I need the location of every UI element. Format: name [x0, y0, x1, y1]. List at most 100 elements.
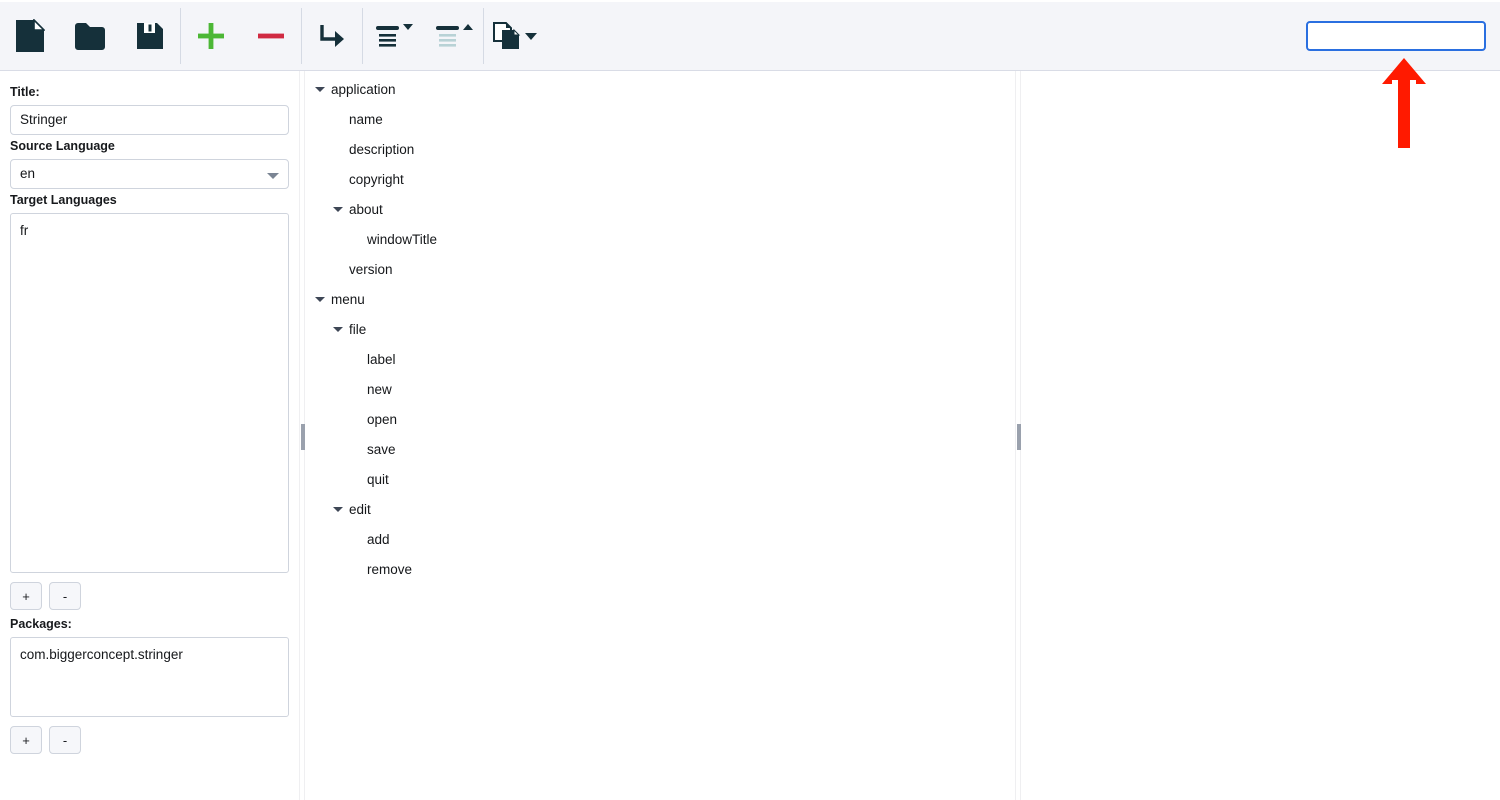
collapse-all-icon [434, 23, 461, 49]
tree-node[interactable]: copyright [306, 164, 1015, 194]
tree-node[interactable]: name [306, 104, 1015, 134]
search-input[interactable] [1306, 21, 1486, 51]
tree-node[interactable]: open [306, 404, 1015, 434]
duplicate-button[interactable] [484, 8, 544, 64]
packages-list[interactable]: com.biggerconcept.stringer [10, 637, 289, 717]
main-toolbar [0, 0, 1500, 71]
tree-node[interactable]: file [306, 314, 1015, 344]
splitter-grip[interactable] [1017, 424, 1021, 450]
tree-node-label: quit [367, 471, 389, 487]
splitter-grip[interactable] [301, 424, 305, 450]
list-item[interactable]: com.biggerconcept.stringer [20, 645, 279, 664]
tree-expand-toggle-open-icon[interactable] [312, 81, 328, 97]
tree-node-spacer [348, 531, 364, 547]
copy-documents-icon [492, 21, 522, 51]
tree-node-label: open [367, 411, 398, 427]
target-languages-label: Target Languages [10, 193, 117, 207]
title-label: Title: [10, 85, 40, 99]
tree-node-label: label [367, 351, 396, 367]
source-language-label: Source Language [10, 139, 115, 153]
tree-expand-toggle-open-icon[interactable] [330, 501, 346, 517]
new-file-button[interactable] [0, 8, 60, 64]
detail-panel [1022, 71, 1500, 800]
remove-package-button[interactable]: - [49, 726, 81, 754]
remove-button[interactable] [241, 8, 301, 64]
file-icon [15, 19, 45, 53]
chevron-down-icon [267, 173, 279, 179]
tree-node[interactable]: edit [306, 494, 1015, 524]
tree-node[interactable]: save [306, 434, 1015, 464]
tree-node-label: version [349, 261, 393, 277]
tree-node[interactable]: windowTitle [306, 224, 1015, 254]
tree-node-label: edit [349, 501, 371, 517]
tree-node-label: copyright [349, 171, 404, 187]
tree-expand-toggle-open-icon[interactable] [330, 321, 346, 337]
tree-expand-toggle-open-icon[interactable] [330, 201, 346, 217]
target-languages-list[interactable]: fr [10, 213, 289, 573]
tree-node[interactable]: about [306, 194, 1015, 224]
toolbar-group-tree [363, 2, 483, 70]
tree-node[interactable]: label [306, 344, 1015, 374]
add-target-language-button[interactable]: + [10, 582, 42, 610]
tree-node[interactable]: description [306, 134, 1015, 164]
tree-node-spacer [348, 561, 364, 577]
tree-node-spacer [330, 111, 346, 127]
target-languages-buttons: + - [10, 582, 289, 610]
tree-node-label: remove [367, 561, 413, 577]
chevron-down-icon [402, 24, 413, 30]
tree-node-spacer [348, 441, 364, 457]
tree-node-spacer [348, 411, 364, 427]
tree-node[interactable]: application [306, 74, 1015, 104]
title-input[interactable]: Stringer [10, 105, 289, 135]
folder-icon [74, 21, 106, 51]
tree-node-label: about [349, 201, 383, 217]
chevron-down-icon [524, 32, 537, 40]
tree-node[interactable]: add [306, 524, 1015, 554]
tree-node-spacer [330, 171, 346, 187]
toolbar-group-move [302, 2, 362, 70]
tree-node-label: file [349, 321, 367, 337]
packages-label: Packages: [10, 617, 72, 631]
splitter-right[interactable] [1015, 71, 1021, 800]
toolbar-group-edit [181, 2, 301, 70]
tree-node[interactable]: quit [306, 464, 1015, 494]
tree-expand-toggle-open-icon[interactable] [312, 291, 328, 307]
minus-icon [256, 21, 286, 51]
tree-node-spacer [330, 261, 346, 277]
collapse-all-button[interactable] [423, 8, 483, 64]
plus-icon [196, 21, 226, 51]
open-folder-button[interactable] [60, 8, 120, 64]
packages-buttons: + - [10, 726, 289, 754]
tree-node-spacer [348, 231, 364, 247]
splitter-left[interactable] [299, 71, 305, 800]
source-language-value: en [20, 166, 36, 181]
tree-node-label: application [331, 81, 396, 97]
tree-node-label: menu [331, 291, 365, 307]
expand-all-button[interactable] [363, 8, 423, 64]
tree-node-spacer [348, 351, 364, 367]
project-properties-panel: Title: Stringer Source Language en Targe… [0, 71, 299, 800]
tree-node[interactable]: remove [306, 554, 1015, 584]
string-keys-tree[interactable]: application name description copyright about… [306, 71, 1015, 800]
add-button[interactable] [181, 8, 241, 64]
tree-node-spacer [348, 381, 364, 397]
list-item[interactable]: fr [20, 221, 279, 240]
floppy-disk-icon [135, 21, 165, 51]
source-language-select[interactable]: en [10, 159, 289, 189]
tree-node-label: description [349, 141, 415, 157]
tree-node[interactable]: menu [306, 284, 1015, 314]
tree-node-label: add [367, 531, 390, 547]
search-container [1306, 21, 1486, 51]
remove-target-language-button[interactable]: - [49, 582, 81, 610]
toolbar-group-file [0, 2, 180, 70]
expand-all-icon [374, 23, 401, 49]
arrow-turn-down-right-icon [317, 21, 347, 51]
main-content-area: Title: Stringer Source Language en Targe… [0, 71, 1500, 800]
tree-node[interactable]: version [306, 254, 1015, 284]
move-button[interactable] [302, 8, 362, 64]
save-button[interactable] [120, 8, 180, 64]
add-package-button[interactable]: + [10, 726, 42, 754]
tree-node-label: new [367, 381, 392, 397]
tree-node-spacer [330, 141, 346, 157]
tree-node[interactable]: new [306, 374, 1015, 404]
